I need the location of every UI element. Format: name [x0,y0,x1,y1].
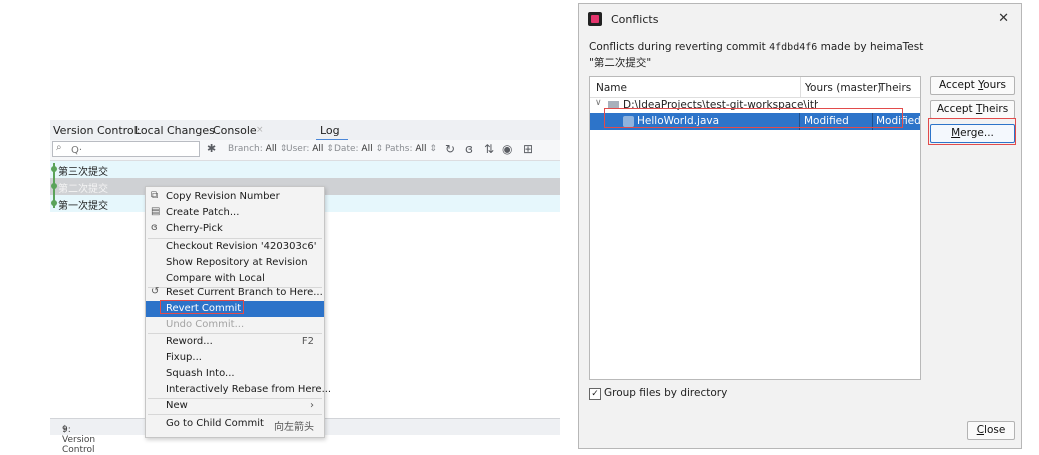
file-annotation-box [604,108,903,128]
menu-fixup[interactable]: Fixup... [146,350,324,366]
commit-row[interactable]: 第三次提交 [50,161,560,178]
eye-icon[interactable]: ◉ [502,142,512,156]
accept-yours-button[interactable]: Accept Yours [930,76,1015,95]
col-name[interactable]: Name [596,82,627,94]
commit-message: "第二次提交" [589,57,652,69]
column-divider [800,77,801,97]
cherry-pick-icon: ɞ [151,222,158,233]
patch-icon: ▤ [151,206,161,217]
tab-close-icon[interactable]: × [256,125,264,135]
menu-checkout-revision[interactable]: Checkout Revision '420303c6' [146,239,324,255]
col-theirs[interactable]: Theirs [879,82,911,94]
menu-reword[interactable]: Reword... F2 [146,334,324,350]
sort-icon[interactable]: ⇅ [484,142,494,156]
menu-cherry-pick[interactable]: ɞ Cherry-Pick [146,221,324,237]
menu-create-patch[interactable]: ▤ Create Patch... [146,205,324,221]
cherry-pick-icon[interactable]: ɞ [465,142,473,156]
chevron-right-icon: › [310,400,314,411]
menu-squash[interactable]: Squash Into... [146,366,324,382]
expand-icon[interactable]: ⊞ [523,142,533,156]
chevron-down-icon[interactable]: ∨ [595,98,602,108]
menu-interactive-rebase[interactable]: Interactively Rebase from Here... [146,382,331,398]
commit-node-icon [51,183,57,189]
search-icon: ⌕ [56,142,62,153]
close-button[interactable]: Close [967,421,1015,440]
refresh-icon[interactable]: ↻ [445,142,455,156]
checkbox-checked-icon[interactable]: ✓ [589,388,601,400]
close-icon[interactable]: ✕ [998,11,1009,26]
reset-icon: ↺ [151,286,160,297]
menu-undo-commit[interactable]: Undo Commit... [146,317,324,333]
tab-console[interactable]: Console [213,124,257,137]
user-filter[interactable]: User: All ⇕ [286,144,334,154]
merge-annotation-box [928,118,1016,145]
date-filter[interactable]: Date: All ⇕ [334,144,383,154]
conflicts-dialog: Conflicts ✕ Conflicts during reverting c… [578,3,1022,449]
col-yours[interactable]: Yours (master) [805,82,881,94]
menu-reset-branch[interactable]: ↺ Reset Current Branch to Here... [146,285,324,301]
commit-node-icon [51,166,57,172]
commit-node-icon [51,200,57,206]
accept-theirs-button[interactable]: Accept Theirs [930,100,1015,119]
filter-box[interactable]: ⌕ [52,141,200,157]
log-toolbar: ⌕ ✱ Branch: All ⇕ User: All ⇕ Date: All … [50,140,560,161]
table-header: Name Yours (master) Theirs [590,77,920,98]
vc-label: Version Control: [53,124,141,137]
tab-local-changes[interactable]: Local Changes [135,124,215,137]
branch-filter[interactable]: Branch: All ⇕ [228,144,287,154]
copy-icon: ⧉ [151,190,159,201]
menu-new[interactable]: New › [146,398,324,414]
app-icon [588,12,602,26]
menu-go-to-child[interactable]: Go to Child Commit 向左箭头 [146,416,324,433]
dialog-title: Conflicts [611,13,659,26]
tab-log[interactable]: Log [320,124,340,137]
log-filter-input[interactable] [69,143,193,157]
menu-separator [148,414,322,415]
conflict-description: Conflicts during reverting commit 4fdbd4… [589,41,924,53]
settings-icon[interactable]: ✱ [207,142,216,155]
paths-filter[interactable]: Paths: All ⇕ [385,144,437,154]
menu-show-repository[interactable]: Show Repository at Revision [146,255,324,271]
revert-annotation-box [160,300,244,314]
menu-copy-revision[interactable]: ⧉ Copy Revision Number [146,189,324,205]
